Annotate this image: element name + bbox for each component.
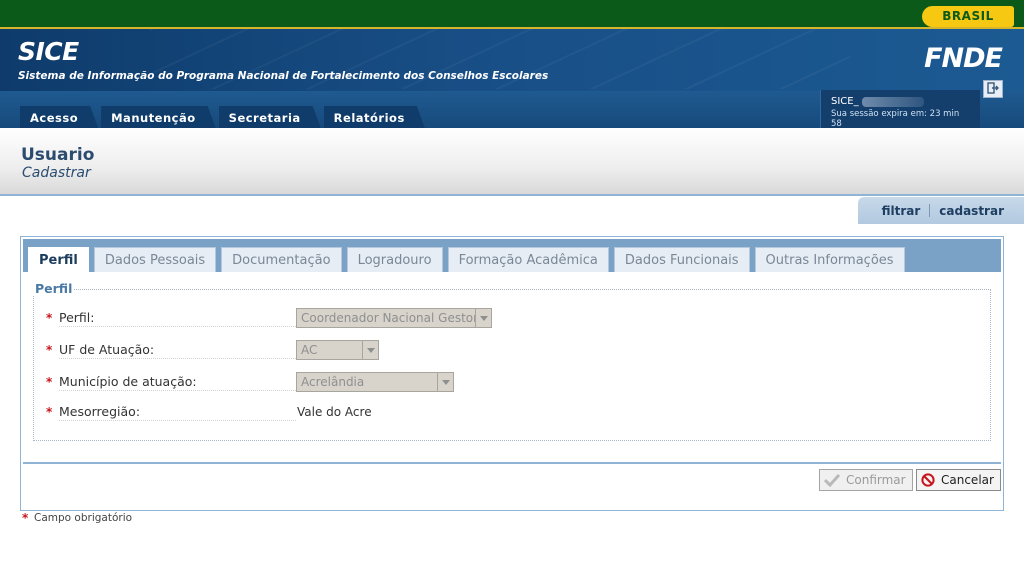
page-subtitle: Cadastrar (22, 165, 91, 181)
menu-item-secretaria[interactable]: Secretaria (219, 106, 321, 128)
session-info: SICE_ Sua sessão expira em: 23 min 58 (820, 90, 980, 128)
menu-item-acesso[interactable]: Acesso (20, 106, 98, 128)
tab-bar: Perfil Dados Pessoais Documentação Logra… (23, 239, 1001, 272)
cancel-button[interactable]: Cancelar (916, 469, 1001, 491)
fnde-logo: FNDE (924, 43, 1003, 74)
filter-link[interactable]: filtrar (882, 204, 921, 218)
main-menu: Acesso Manutenção Secretaria Relatórios (20, 106, 428, 128)
confirm-button[interactable]: Confirmar (819, 469, 913, 491)
field-municipio: * Município de atuação: Acrelândia (46, 371, 454, 393)
action-separator (929, 204, 931, 217)
municipio-label: Município de atuação: (59, 374, 296, 391)
required-marker: * (46, 311, 53, 325)
field-uf: * UF de Atuação: AC (46, 339, 379, 361)
perfil-label: Perfil: (59, 310, 296, 327)
tab-dados-funcionais[interactable]: Dados Funcionais (613, 247, 750, 272)
tabs: Perfil Dados Pessoais Documentação Logra… (28, 247, 910, 272)
confirm-label: Confirmar (846, 473, 906, 487)
perfil-select[interactable]: Coordenador Nacional Gestor (296, 308, 492, 328)
uf-label: UF de Atuação: (59, 342, 296, 359)
field-perfil: * Perfil: Coordenador Nacional Gestor (46, 307, 492, 329)
logout-icon (987, 81, 999, 97)
municipio-value: Acrelândia (301, 375, 365, 389)
cancel-label: Cancelar (941, 473, 994, 487)
government-bar: BRASIL (0, 0, 1024, 28)
app-subtitle: Sistema de Informação do Programa Nacion… (18, 70, 549, 82)
page-title-area: Usuario Cadastrar (0, 128, 1024, 196)
field-mesorregiao: * Mesorregião: Vale do Acre (46, 401, 372, 423)
app-header: SICE Sistema de Informação do Programa N… (0, 29, 1024, 128)
municipio-select[interactable]: Acrelândia (296, 372, 454, 392)
tab-dados-pessoais[interactable]: Dados Pessoais (93, 247, 217, 272)
menu-item-relatorios[interactable]: Relatórios (324, 106, 425, 128)
session-expiry: Sua sessão expira em: 23 min 58 (831, 109, 960, 128)
form-panel: Perfil Dados Pessoais Documentação Logra… (20, 236, 1004, 511)
tab-perfil[interactable]: Perfil (28, 247, 89, 272)
tab-formacao-academica[interactable]: Formação Acadêmica (447, 247, 609, 272)
tab-outras-informacoes[interactable]: Outras Informações (754, 247, 905, 272)
required-marker: * (46, 375, 53, 389)
required-marker: * (46, 343, 53, 357)
logout-button[interactable] (983, 80, 1003, 98)
perfil-value: Coordenador Nacional Gestor (301, 311, 479, 325)
session-user-redacted (861, 96, 924, 107)
tab-documentacao[interactable]: Documentação (221, 247, 342, 272)
action-bar: filtrar cadastrar (858, 197, 1024, 224)
menu-item-manutencao[interactable]: Manutenção (101, 106, 216, 128)
page-title: Usuario (21, 145, 95, 165)
chevron-down-icon (437, 373, 453, 391)
uf-value: AC (301, 343, 318, 357)
session-user: SICE_ (831, 96, 859, 107)
required-note: * Campo obrigatório (22, 511, 132, 525)
mesorregiao-value: Vale do Acre (297, 405, 372, 419)
app-title: SICE (18, 37, 79, 66)
panel-divider (23, 462, 1001, 464)
check-icon (824, 473, 840, 487)
mesorregiao-label: Mesorregião: (59, 404, 296, 421)
required-marker: * (22, 511, 29, 525)
create-link[interactable]: cadastrar (939, 204, 1004, 218)
required-note-text: Campo obrigatório (34, 512, 133, 524)
required-marker: * (46, 405, 53, 419)
chevron-down-icon (362, 341, 378, 359)
cancel-icon (921, 473, 935, 487)
fieldset-legend: Perfil (33, 281, 75, 296)
chevron-down-icon (475, 309, 491, 327)
tab-logradouro[interactable]: Logradouro (346, 247, 443, 272)
brasil-badge[interactable]: BRASIL (922, 6, 1014, 27)
uf-select[interactable]: AC (296, 340, 379, 360)
